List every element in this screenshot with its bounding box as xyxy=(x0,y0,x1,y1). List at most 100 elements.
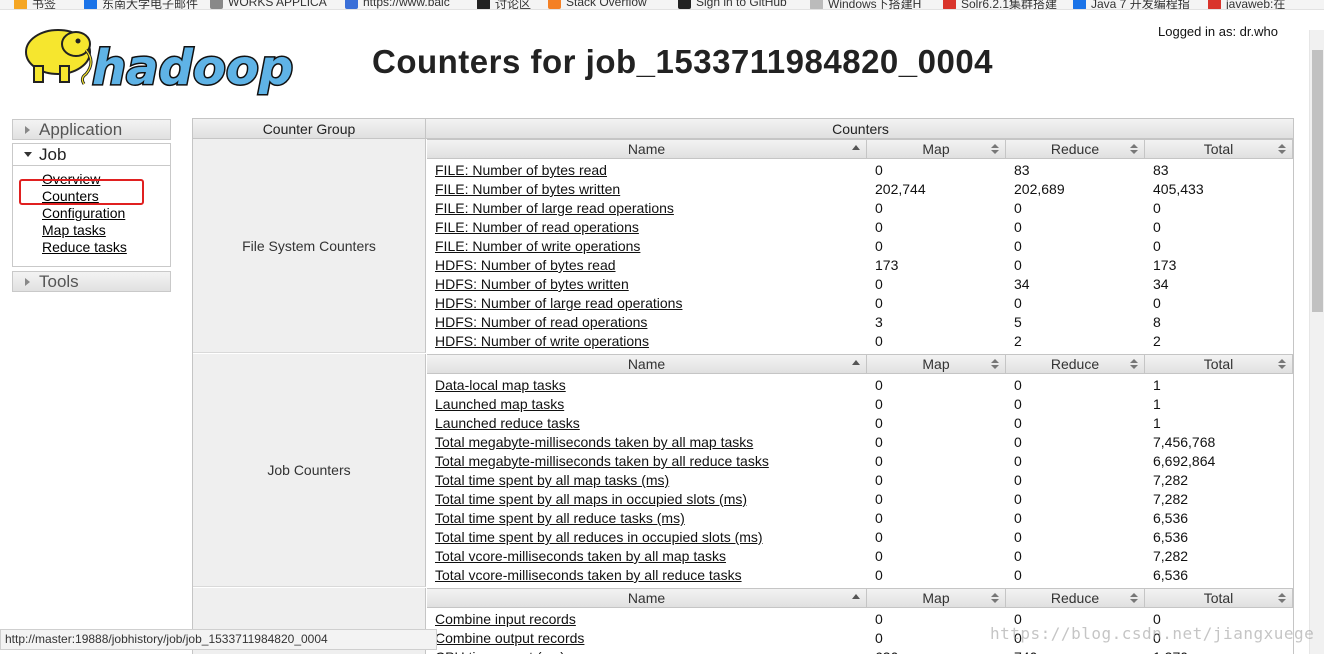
counter-name-link[interactable]: FILE: Number of read operations xyxy=(435,218,639,237)
sortable-column-header[interactable]: Map xyxy=(867,355,1006,373)
counter-total-value: 7,456,768 xyxy=(1153,434,1216,450)
counter-name-link[interactable]: Launched reduce tasks xyxy=(435,414,580,433)
counter-name-link[interactable]: FILE: Number of write operations xyxy=(435,237,640,256)
counter-name-link[interactable]: Total time spent by all maps in occupied… xyxy=(435,490,747,509)
counter-row: Total time spent by all reduce tasks (ms… xyxy=(427,509,1293,528)
counter-map-value: 0 xyxy=(875,491,883,507)
bookmark-item[interactable]: Java 7 开发编程指 xyxy=(1073,0,1190,9)
bookmark-icon xyxy=(1208,0,1221,9)
counter-reduce-value: 0 xyxy=(1014,295,1022,311)
sortable-column-header[interactable]: Map xyxy=(867,589,1006,607)
column-header-label: Reduce xyxy=(1050,141,1100,157)
sortable-column-header[interactable]: Total xyxy=(1145,589,1293,607)
counter-map-value: 0 xyxy=(875,219,883,235)
counter-name-link[interactable]: Total time spent by all reduces in occup… xyxy=(435,528,763,547)
page-scrollbar[interactable] xyxy=(1309,30,1324,654)
counter-map-value: 0 xyxy=(875,567,883,583)
nav-job-panel: Job Overview Counters Configuration Map … xyxy=(12,143,171,267)
counter-map-value: 0 xyxy=(875,200,883,216)
counter-row: Launched reduce tasks 0 0 1 xyxy=(427,414,1293,433)
counter-reduce-value: 0 xyxy=(1014,219,1022,235)
counter-map-value: 0 xyxy=(875,276,883,292)
counter-name-link[interactable]: Total vcore-milliseconds taken by all ma… xyxy=(435,547,726,566)
bookmark-item[interactable]: 东南大学电子邮件 xyxy=(84,0,198,9)
counters-subheader: Name Map Reduce Total xyxy=(427,139,1293,159)
counter-row: CPU time spent (ms) 630 740 1,370 xyxy=(427,648,1293,654)
sortable-column-header[interactable]: Total xyxy=(1145,140,1293,158)
counter-name-link[interactable]: Total megabyte-milliseconds taken by all… xyxy=(435,433,753,452)
collapsed-triangle-icon xyxy=(25,126,30,134)
bookmark-label: Windows下搭建H xyxy=(828,0,922,10)
counter-total-value: 405,433 xyxy=(1153,181,1204,197)
sortable-column-header[interactable]: Reduce xyxy=(1006,355,1145,373)
bookmark-item[interactable]: WORKS APPLICA xyxy=(210,0,327,9)
counter-name-link[interactable]: HDFS: Number of large read operations xyxy=(435,294,682,313)
sortable-column-header[interactable]: Name xyxy=(427,355,867,373)
counter-row: FILE: Number of large read operations 0 0 0 xyxy=(427,199,1293,218)
sortable-column-header[interactable]: Reduce xyxy=(1006,140,1145,158)
counter-map-value: 0 xyxy=(875,630,883,646)
bookmark-item[interactable]: javaweb:在 xyxy=(1208,0,1285,9)
sortable-column-header[interactable]: Total xyxy=(1145,355,1293,373)
nav-job[interactable]: Job xyxy=(13,144,170,166)
bookmark-item[interactable]: Windows下搭建H xyxy=(810,0,922,10)
counter-name-link[interactable]: Total time spent by all reduce tasks (ms… xyxy=(435,509,685,528)
counter-name-link[interactable]: CPU time spent (ms) xyxy=(435,648,565,654)
counter-name-link[interactable]: Combine input records xyxy=(435,610,576,629)
counter-name-link[interactable]: Total megabyte-milliseconds taken by all… xyxy=(435,452,769,471)
counter-map-value: 0 xyxy=(875,162,883,178)
counter-total-value: 1 xyxy=(1153,396,1161,412)
counter-map-value: 3 xyxy=(875,314,883,330)
counters-highlight-box xyxy=(19,179,144,205)
counter-reduce-value: 34 xyxy=(1014,276,1030,292)
bookmark-item[interactable]: Sign in to GitHub xyxy=(678,0,787,9)
counter-reduce-value: 202,689 xyxy=(1014,181,1065,197)
counter-name-link[interactable]: Data-local map tasks xyxy=(435,376,566,395)
collapsed-triangle-icon xyxy=(25,278,30,286)
counter-total-value: 0 xyxy=(1153,238,1161,254)
counter-name-link[interactable]: FILE: Number of bytes written xyxy=(435,180,620,199)
counter-name-link[interactable]: Combine output records xyxy=(435,629,584,648)
counter-name-link[interactable]: FILE: Number of bytes read xyxy=(435,161,607,180)
counter-row: Total vcore-milliseconds taken by all ma… xyxy=(427,547,1293,566)
counter-total-value: 7,282 xyxy=(1153,472,1189,488)
counter-group-header: Counter Group xyxy=(193,118,426,139)
sortable-column-header[interactable]: Name xyxy=(427,140,867,158)
counter-name-link[interactable]: FILE: Number of large read operations xyxy=(435,199,674,218)
counter-name-link[interactable]: Launched map tasks xyxy=(435,395,564,414)
bookmark-item[interactable]: Solr6.2.1集群搭建 xyxy=(943,0,1057,9)
bookmark-label: 讨论区 xyxy=(495,0,532,10)
bookmark-item[interactable]: https://www.baic xyxy=(345,0,450,9)
counter-name-link[interactable]: Total vcore-milliseconds taken by all re… xyxy=(435,566,742,585)
nav-application[interactable]: Application xyxy=(12,119,171,140)
counter-row: Data-local map tasks 0 0 1 xyxy=(427,376,1293,395)
column-header-label: Map xyxy=(922,141,950,157)
link-configuration[interactable]: Configuration xyxy=(42,205,127,222)
counter-name-link[interactable]: HDFS: Number of bytes written xyxy=(435,275,629,294)
counter-reduce-value: 0 xyxy=(1014,548,1022,564)
bookmark-item[interactable]: Stack Overflow xyxy=(548,0,647,9)
link-reduce-tasks[interactable]: Reduce tasks xyxy=(42,239,127,256)
bookmark-icon xyxy=(84,0,97,9)
bookmark-item[interactable]: 讨论区 xyxy=(477,0,532,10)
sortable-column-header[interactable]: Name xyxy=(427,589,867,607)
hadoop-logo[interactable]: hadoop xyxy=(14,22,314,98)
hadoop-elephant-icon: hadoop xyxy=(25,29,295,98)
counter-name-link[interactable]: HDFS: Number of read operations xyxy=(435,313,647,332)
counter-name-link[interactable]: HDFS: Number of bytes read xyxy=(435,256,616,275)
svg-text:hadoop: hadoop xyxy=(92,40,293,96)
nav-tools[interactable]: Tools xyxy=(12,271,171,292)
bookmark-icon xyxy=(548,0,561,9)
link-map-tasks[interactable]: Map tasks xyxy=(42,222,127,239)
counter-row: Total time spent by all map tasks (ms) 0 0… xyxy=(427,471,1293,490)
counter-name-link[interactable]: Total time spent by all map tasks (ms) xyxy=(435,471,669,490)
sortable-column-header[interactable]: Map xyxy=(867,140,1006,158)
counter-reduce-value: 0 xyxy=(1014,510,1022,526)
sortable-column-header[interactable]: Reduce xyxy=(1006,589,1145,607)
counter-name-link[interactable]: HDFS: Number of write operations xyxy=(435,332,649,351)
scrollbar-thumb[interactable] xyxy=(1312,50,1323,312)
bookmark-icon xyxy=(678,0,691,9)
counter-map-value: 0 xyxy=(875,295,883,311)
bookmark-item[interactable]: 书签 xyxy=(14,0,56,9)
counter-reduce-value: 0 xyxy=(1014,200,1022,216)
